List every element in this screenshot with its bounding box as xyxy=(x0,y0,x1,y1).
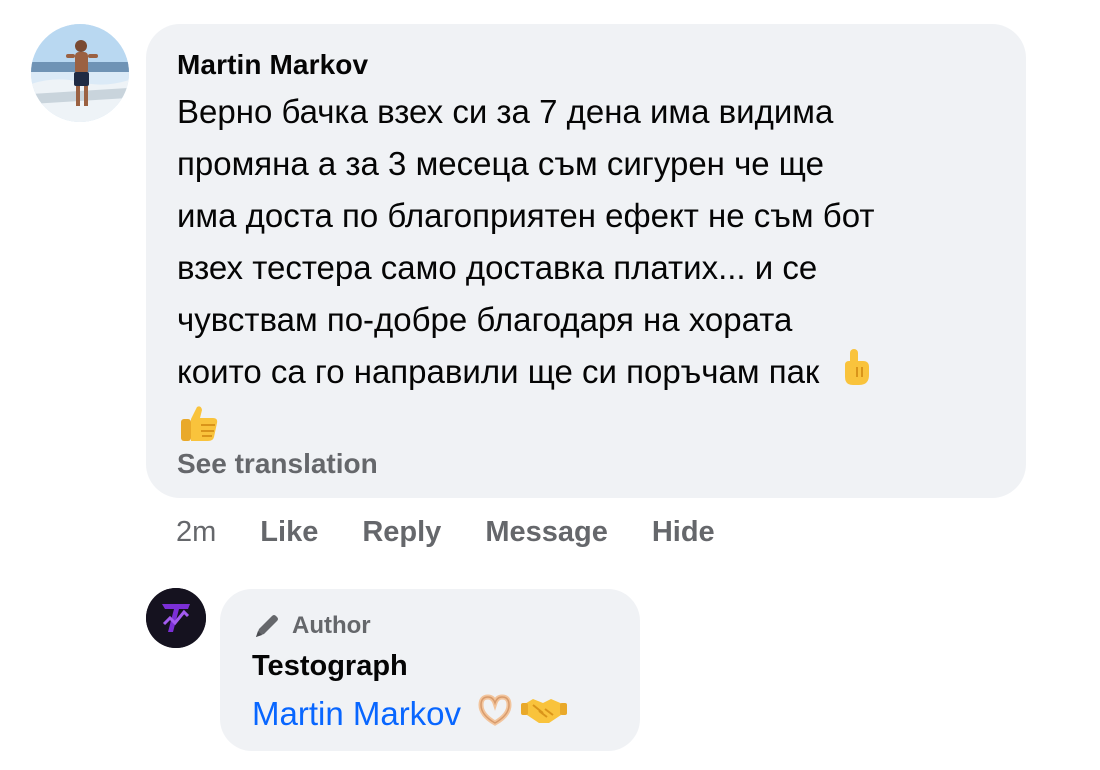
comment-line: които са го направили ще си поръчам пак xyxy=(177,353,820,390)
comment-line-last: които са го направили ще си поръчам пак xyxy=(177,346,1017,402)
avatar[interactable] xyxy=(31,24,129,122)
comment-actions: 2m Like Reply Message Hide xyxy=(176,512,759,552)
comment-thread: Martin Markov Верно бачка взех си за 7 д… xyxy=(0,0,1100,770)
comment-timestamp[interactable]: 2m xyxy=(176,516,216,549)
mention-link[interactable]: Martin Markov xyxy=(252,695,461,733)
heart-hands-icon xyxy=(475,693,515,735)
comment-line: взех тестера само доставка платих... и с… xyxy=(177,249,818,286)
reply-bubble: Author Testograph Martin Markov xyxy=(220,589,640,751)
comment-line: Верно бачка взех си за 7 дена има видима xyxy=(177,93,834,130)
author-badge: Author xyxy=(252,611,371,641)
comment-line: промяна а за 3 месеца съм сигурен че ще xyxy=(177,145,824,182)
comment-line: има доста по благоприятен ефект не съм б… xyxy=(177,197,875,234)
reply-avatar[interactable] xyxy=(146,588,206,648)
see-translation-link[interactable]: See translation xyxy=(177,448,378,480)
comment-author[interactable]: Martin Markov xyxy=(177,49,368,81)
reply-author[interactable]: Testograph xyxy=(252,650,408,683)
pen-icon xyxy=(252,611,282,641)
reply-text: Martin Markov xyxy=(252,693,568,735)
profile-photo xyxy=(31,24,129,122)
reply-button[interactable]: Reply xyxy=(362,516,441,549)
pointing-hand-icon xyxy=(839,347,873,402)
author-badge-label: Author xyxy=(292,612,371,639)
testograph-logo xyxy=(146,588,206,648)
hide-button[interactable]: Hide xyxy=(652,516,715,549)
handshake-icon xyxy=(521,693,568,735)
comment-bubble: Martin Markov Верно бачка взех си за 7 д… xyxy=(146,24,1026,498)
comment-text: Верно бачка взех си за 7 дена има видима… xyxy=(177,86,1017,458)
like-button[interactable]: Like xyxy=(260,516,318,549)
comment-line: чувствам по-добре благодаря на хората xyxy=(177,301,793,338)
message-button[interactable]: Message xyxy=(485,516,608,549)
